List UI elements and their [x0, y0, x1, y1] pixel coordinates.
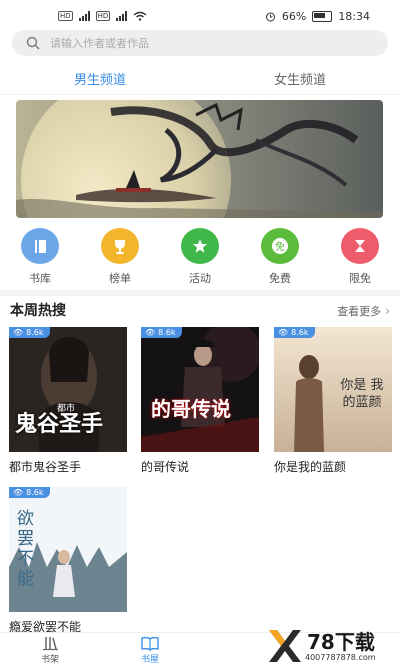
book-card[interactable]: 👁 8.6k 的哥传说 的哥传说 [141, 327, 259, 475]
eye-icon: 👁 [278, 328, 289, 337]
svg-text:免: 免 [275, 240, 285, 253]
battery-percent: 66% [281, 9, 307, 23]
quick-link-label: 免费 [269, 272, 291, 285]
hourglass-icon [341, 228, 379, 264]
book-title: 都市鬼谷圣手 [9, 460, 82, 474]
book-cover: 👁 8.6k 鬼谷圣手 都市 [9, 327, 127, 452]
star-icon [181, 228, 219, 264]
dragon-artwork [16, 100, 383, 218]
eye-icon: 👁 [145, 328, 156, 337]
search-input[interactable] [48, 35, 352, 51]
eye-icon: 👁 [13, 328, 24, 337]
tab-male-channel[interactable]: 男生频道 [0, 62, 200, 94]
search-bar[interactable] [12, 30, 388, 56]
views-badge: 👁 8.6k [141, 327, 182, 338]
quick-link-label: 书库 [29, 272, 51, 285]
cover-art [141, 327, 259, 452]
nav-label: 书架 [40, 655, 59, 665]
bookshelf-icon [43, 637, 58, 651]
book-card[interactable]: 👁 8.6k 你是 我的蓝颜 你是我的蓝颜 [274, 327, 392, 475]
views-count: 8.6k [26, 328, 44, 337]
quick-link-free[interactable]: 免 免费 [240, 228, 320, 286]
section-divider [0, 290, 400, 296]
book-card[interactable]: 👁 8.6k 欲罢不能 瘾爱欲罢不能 [9, 487, 127, 635]
divider [0, 94, 400, 95]
book-cover: 👁 8.6k 欲罢不能 [9, 487, 127, 612]
quick-links: 书库 榜单 活动 免 免费 限免 [0, 228, 400, 286]
banner-image[interactable] [16, 100, 383, 218]
views-badge: 👁 8.6k [9, 487, 50, 498]
chevron-right-icon: › [385, 304, 390, 318]
book-card[interactable]: 👁 8.6k 鬼谷圣手 都市 都市鬼谷圣手 [9, 327, 127, 475]
book-title: 的哥传说 [141, 460, 190, 474]
views-count: 8.6k [158, 328, 176, 337]
book-cover: 👁 8.6k 的哥传说 [141, 327, 259, 452]
quick-link-limited-free[interactable]: 限免 [320, 228, 400, 286]
signal-icon [78, 11, 90, 21]
quick-link-ranking[interactable]: 榜单 [80, 228, 160, 286]
quick-link-label: 榜单 [109, 272, 131, 285]
see-more-label: 查看更多 [337, 305, 382, 318]
quick-link-events[interactable]: 活动 [160, 228, 240, 286]
tab-female-channel[interactable]: 女生频道 [200, 62, 400, 94]
views-count: 8.6k [26, 488, 44, 497]
cover-title: 你是 我的蓝颜 [340, 378, 384, 410]
views-badge: 👁 8.6k [9, 327, 50, 338]
status-bar: HD HD 66% 18:34 [0, 0, 400, 32]
nav-bookshelf[interactable]: 书架 [30, 635, 70, 665]
watermark-url: 4007787878.com [305, 653, 376, 662]
search-icon [26, 36, 40, 50]
quick-link-label: 活动 [189, 272, 211, 285]
book-title: 你是我的蓝颜 [274, 460, 347, 474]
signal-icon [116, 11, 128, 21]
watermark-brand: 78下载 [307, 630, 375, 654]
quick-link-label: 限免 [349, 272, 371, 285]
nav-bookstore[interactable]: 书屋 [130, 635, 170, 665]
see-more-link[interactable]: 查看更多 › [337, 303, 390, 319]
cover-title: 欲罢不能 [17, 509, 34, 589]
trophy-icon [101, 228, 139, 264]
hd-icon: HD [95, 11, 111, 21]
book-icon [21, 228, 59, 264]
nav-label: 书屋 [140, 655, 159, 665]
watermark: 78下载 4007787878.com [265, 626, 400, 666]
eye-icon: 👁 [13, 488, 24, 497]
free-icon: 免 [261, 228, 299, 264]
alarm-icon [265, 12, 275, 21]
cover-title: 的哥传说 [151, 397, 231, 421]
clock: 18:34 [338, 9, 370, 23]
views-badge: 👁 8.6k [274, 327, 315, 338]
hd-icon: HD [58, 11, 73, 21]
book-cover: 👁 8.6k 你是 我的蓝颜 [274, 327, 392, 452]
open-book-icon [141, 636, 159, 651]
battery-icon [312, 10, 333, 22]
views-count: 8.6k [291, 328, 309, 337]
quick-link-library[interactable]: 书库 [0, 228, 80, 286]
cover-subtitle: 都市 [57, 404, 76, 414]
wifi-icon [133, 11, 147, 21]
channel-tabs: 男生频道 女生频道 [0, 62, 400, 94]
section-title: 本周热搜 [10, 303, 66, 319]
